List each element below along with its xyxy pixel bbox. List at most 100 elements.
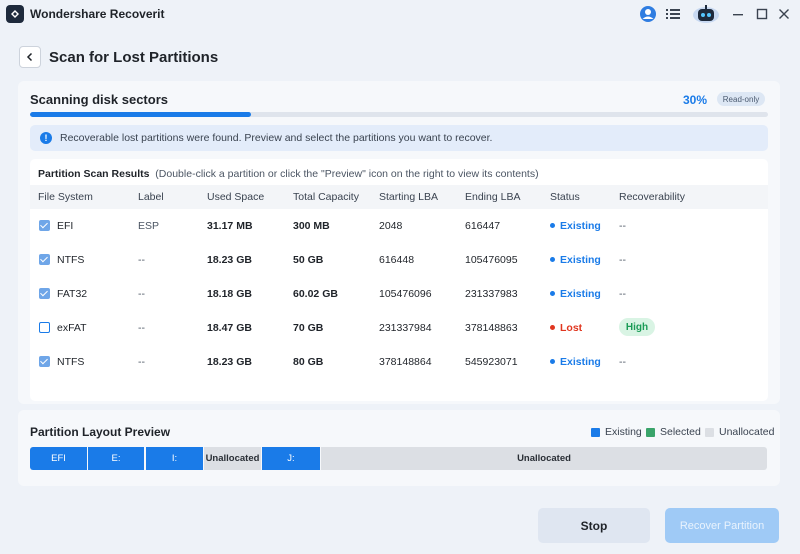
cell-used-space: 18.47 GB xyxy=(207,322,252,334)
minimize-icon[interactable] xyxy=(730,4,746,24)
robot-assistant-icon[interactable] xyxy=(690,4,722,24)
row-checkbox[interactable] xyxy=(39,322,50,333)
cell-file-system: NTFS xyxy=(57,356,85,368)
row-checkbox[interactable] xyxy=(39,220,50,231)
column-header-used-space[interactable]: Used Space xyxy=(207,191,264,203)
cell-status: Lost xyxy=(550,322,582,334)
cell-status: Existing xyxy=(550,356,601,368)
segment-efi[interactable]: EFI xyxy=(30,447,87,470)
list-icon[interactable] xyxy=(664,4,682,24)
row-checkbox[interactable] xyxy=(39,254,50,265)
legend-unallocated-label: Unallocated xyxy=(719,426,775,438)
cell-recoverability: -- xyxy=(619,288,626,300)
column-header-total-capacity[interactable]: Total Capacity xyxy=(293,191,359,203)
column-header-file-system[interactable]: File System xyxy=(38,191,93,203)
table-row[interactable]: EFI ESP 31.17 MB 300 MB 2048 616447 Existing -- xyxy=(30,209,768,243)
cell-label: -- xyxy=(138,254,145,266)
segment-unallocated-1[interactable]: Unallocated xyxy=(204,447,261,470)
scan-progress-bar xyxy=(30,112,768,117)
cell-ending-lba: 616447 xyxy=(465,220,501,232)
cell-file-system: FAT32 xyxy=(57,288,88,300)
read-only-badge: Read-only xyxy=(717,92,765,106)
back-button[interactable] xyxy=(19,46,41,68)
cell-used-space: 18.23 GB xyxy=(207,356,252,368)
cell-file-system: EFI xyxy=(57,220,74,232)
table-row[interactable]: NTFS -- 18.23 GB 50 GB 616448 105476095 Existi… xyxy=(30,243,768,277)
segment-j[interactable]: J: xyxy=(262,447,320,470)
table-row[interactable]: exFAT -- 18.47 GB 70 GB 231337984 378148863 Lo… xyxy=(30,311,768,345)
cell-starting-lba: 105476096 xyxy=(379,288,432,300)
column-header-label[interactable]: Label xyxy=(138,191,164,203)
legend-unallocated-swatch xyxy=(705,427,714,437)
row-checkbox[interactable] xyxy=(39,356,50,367)
scan-title: Scanning disk sectors xyxy=(30,92,168,107)
legend-selected-label: Selected xyxy=(660,426,701,438)
status-text: Lost xyxy=(560,322,583,334)
info-banner: ! Recoverable lost partitions were found… xyxy=(30,125,768,151)
results-heading: Partition Scan Results (Double-click a p… xyxy=(38,168,539,180)
cell-starting-lba: 378148864 xyxy=(379,356,432,368)
cell-ending-lba: 105476095 xyxy=(465,254,518,266)
table-header: File System Label Used Space Total Capac… xyxy=(30,185,768,209)
cell-ending-lba: 378148863 xyxy=(465,322,518,334)
stop-button[interactable]: Stop xyxy=(538,508,650,543)
cell-ending-lba: 545923071 xyxy=(465,356,518,368)
recoverability-badge: High xyxy=(619,318,655,336)
cell-file-system: NTFS xyxy=(57,254,85,266)
layout-preview-panel: Partition Layout Preview Existing Select… xyxy=(18,410,780,486)
title-bar: Wondershare Recoverit xyxy=(0,0,800,28)
legend-unallocated: Unallocated xyxy=(705,426,774,438)
cell-label: ESP xyxy=(138,220,160,232)
cell-used-space: 31.17 MB xyxy=(207,220,253,232)
layout-preview-title: Partition Layout Preview xyxy=(30,425,171,439)
table-row[interactable]: FAT32 -- 18.18 GB 60.02 GB 105476096 23133798… xyxy=(30,277,768,311)
status-text: Existing xyxy=(560,220,601,232)
recover-partition-button[interactable]: Recover Partition xyxy=(665,508,779,543)
cell-total-capacity: 300 MB xyxy=(293,220,330,232)
cell-total-capacity: 60.02 GB xyxy=(293,288,338,300)
cell-total-capacity: 70 GB xyxy=(293,322,324,334)
cell-starting-lba: 2048 xyxy=(379,220,403,232)
column-header-recoverability[interactable]: Recoverability xyxy=(619,191,685,203)
segment-e[interactable]: E: xyxy=(88,447,144,470)
user-icon[interactable] xyxy=(638,4,658,24)
cell-label: -- xyxy=(138,356,145,368)
scan-panel: Scanning disk sectors 30% Read-only ! Re… xyxy=(18,81,780,404)
status-text: Existing xyxy=(560,356,601,368)
cell-recoverability: -- xyxy=(619,220,626,232)
row-checkbox[interactable] xyxy=(39,288,50,299)
status-dot xyxy=(550,256,555,262)
segment-i[interactable]: I: xyxy=(146,447,203,470)
cell-ending-lba: 231337983 xyxy=(465,288,518,300)
cell-used-space: 18.18 GB xyxy=(207,288,252,300)
info-text: Recoverable lost partitions were found. … xyxy=(60,132,493,144)
column-header-starting-lba[interactable]: Starting LBA xyxy=(379,191,438,203)
cell-status: Existing xyxy=(550,254,601,266)
page-title: Scan for Lost Partitions xyxy=(49,49,219,66)
status-dot xyxy=(550,290,555,296)
chevron-left-icon xyxy=(26,52,33,62)
cell-starting-lba: 616448 xyxy=(379,254,415,266)
results-hint: (Double-click a partition or click the "… xyxy=(155,168,539,180)
cell-total-capacity: 80 GB xyxy=(293,356,324,368)
column-header-ending-lba[interactable]: Ending LBA xyxy=(465,191,520,203)
legend-existing-swatch xyxy=(591,427,600,437)
legend-existing: Existing xyxy=(591,426,642,438)
status-text: Existing xyxy=(560,254,601,266)
maximize-icon[interactable] xyxy=(754,4,770,24)
info-icon: ! xyxy=(40,132,52,144)
legend-existing-label: Existing xyxy=(605,426,642,438)
recoverit-logo-icon xyxy=(6,5,24,23)
legend-selected-swatch xyxy=(646,427,655,437)
cell-starting-lba: 231337984 xyxy=(379,322,432,334)
legend-selected: Selected xyxy=(646,426,701,438)
close-icon[interactable] xyxy=(776,4,792,24)
table-row[interactable]: NTFS -- 18.23 GB 80 GB 378148864 545923071 Exi… xyxy=(30,345,768,379)
cell-used-space: 18.23 GB xyxy=(207,254,252,266)
segment-unallocated-2[interactable]: Unallocated xyxy=(321,447,767,470)
status-dot xyxy=(550,324,555,330)
status-text: Existing xyxy=(560,288,601,300)
cell-recoverability: -- xyxy=(619,356,626,368)
cell-total-capacity: 50 GB xyxy=(293,254,324,266)
column-header-status[interactable]: Status xyxy=(550,191,580,203)
